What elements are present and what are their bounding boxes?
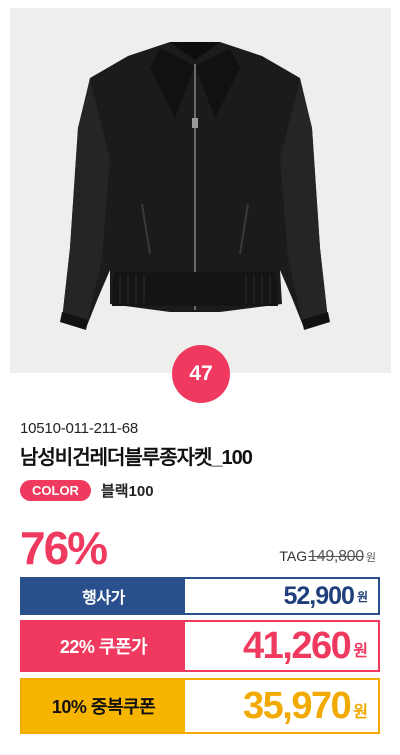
product-image[interactable] xyxy=(10,8,391,373)
coupon-price-unit: 원 xyxy=(353,643,368,660)
tag-price: TAG 149,800 원 xyxy=(279,548,376,566)
coupon-price-row: 22% 쿠폰가 41,260 원 xyxy=(20,620,380,672)
discount-percent: 76% xyxy=(20,522,108,574)
double-coupon-price-label: 10% 중복쿠폰 xyxy=(22,680,185,732)
color-row: COLOR 블랙100 xyxy=(20,479,154,501)
product-name[interactable]: 남성비건레더블루종자켓_100 xyxy=(20,441,253,470)
jacket-illustration xyxy=(60,42,330,330)
coupon-price-value: 41,260 원 xyxy=(185,622,378,670)
event-price-label: 행사가 xyxy=(22,579,185,613)
tag-unit: 원 xyxy=(365,552,376,564)
tag-amount: 149,800 xyxy=(308,548,364,565)
event-price-value: 52,900 원 xyxy=(185,579,378,613)
color-label-chip: COLOR xyxy=(20,479,91,501)
color-value: 블랙100 xyxy=(100,482,154,500)
double-coupon-price-row: 10% 중복쿠폰 35,970 원 xyxy=(20,678,380,734)
event-price-amount: 52,900 xyxy=(283,581,354,610)
coupon-price-amount: 41,260 xyxy=(243,624,352,667)
event-price-row: 행사가 52,900 원 xyxy=(20,577,380,615)
double-coupon-price-value: 35,970 원 xyxy=(185,680,378,732)
double-coupon-price-amount: 35,970 xyxy=(243,684,352,727)
tag-label: TAG xyxy=(279,548,308,564)
event-price-unit: 원 xyxy=(356,590,368,604)
coupon-price-label: 22% 쿠폰가 xyxy=(22,622,185,670)
product-code: 10510-011-211-68 xyxy=(20,420,139,437)
double-coupon-price-unit: 원 xyxy=(353,704,368,721)
rank-badge: 47 xyxy=(172,345,230,403)
